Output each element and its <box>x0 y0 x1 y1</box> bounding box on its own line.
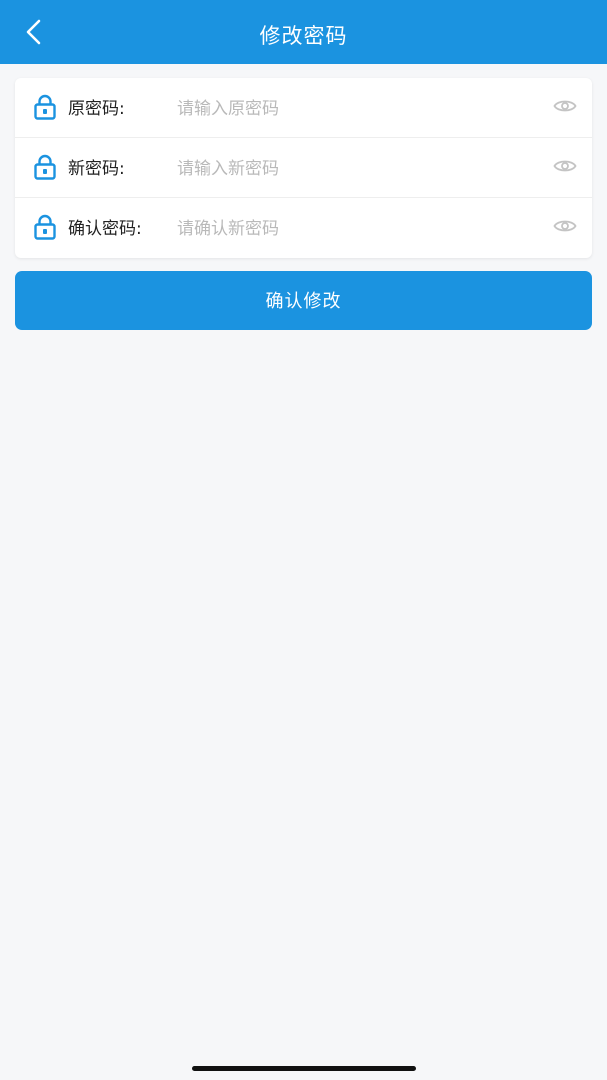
old-password-label: 原密码: <box>68 99 125 119</box>
old-password-input[interactable] <box>177 90 537 128</box>
page-title: 修改密码 <box>259 24 348 48</box>
new-password-label: 新密码: <box>68 159 125 179</box>
app-header: 修改密码 <box>0 0 607 64</box>
old-password-row: 原密码: <box>15 78 592 138</box>
confirm-password-label: 确认密码: <box>68 219 142 239</box>
confirm-password-row: 确认密码: <box>15 198 592 258</box>
password-form: 原密码: 新密码: 确认密码: <box>15 78 592 258</box>
eye-icon[interactable] <box>553 97 577 115</box>
new-password-input[interactable] <box>177 150 537 188</box>
confirm-password-input[interactable] <box>177 210 537 248</box>
eye-icon[interactable] <box>553 157 577 175</box>
eye-icon[interactable] <box>553 217 577 235</box>
new-password-row: 新密码: <box>15 138 592 198</box>
home-indicator <box>192 1066 416 1071</box>
lock-icon <box>34 214 56 240</box>
confirm-change-button[interactable]: 确认修改 <box>15 271 592 330</box>
lock-icon <box>34 94 56 120</box>
lock-icon <box>34 154 56 180</box>
